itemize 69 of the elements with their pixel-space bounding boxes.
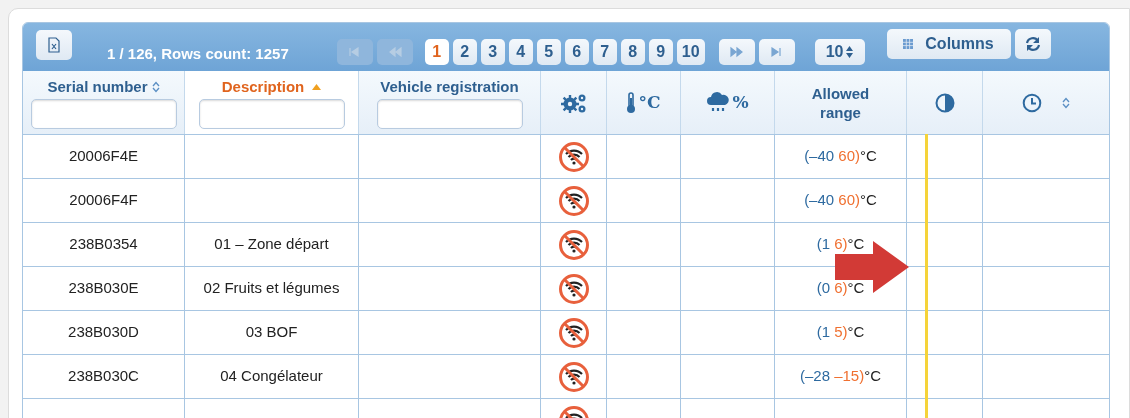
column-header[interactable]: Description — [185, 71, 359, 134]
unit-label: °C — [638, 90, 661, 114]
columns-button[interactable]: Columns — [886, 29, 1011, 59]
allowed-range-cell-text: (1 5)°C — [816, 322, 865, 343]
filter-field[interactable] — [376, 99, 523, 129]
page-button[interactable]: 10 — [676, 39, 705, 65]
serial-cell-text: 238B030C — [68, 366, 139, 387]
filter-field[interactable] — [30, 99, 177, 129]
thermometer-icon — [626, 91, 637, 114]
unit-label: % — [732, 90, 749, 114]
last-page-icon — [769, 46, 784, 58]
spinner-icon — [846, 46, 854, 58]
excel-file-icon — [48, 37, 60, 53]
column-header[interactable]: Vehicle registration — [359, 71, 541, 134]
serial-cell-text: 20006F4E — [68, 146, 139, 167]
no-signal-icon — [557, 316, 590, 349]
refresh-icon — [1023, 36, 1042, 52]
next-page-icon — [729, 46, 744, 58]
column-title: Description — [221, 77, 305, 96]
no-signal-icon — [557, 184, 590, 217]
filter-field[interactable] — [198, 99, 345, 129]
next-page-button[interactable] — [718, 39, 755, 65]
allowed-range-cell-text: (0 6)°C — [816, 278, 865, 299]
allowed-range-cell-text: (–28 –15)°C — [799, 366, 882, 387]
rows-summary: 1 / 126, Rows count: 1257 — [107, 44, 289, 64]
no-signal-icon — [557, 228, 590, 261]
sort-icon[interactable] — [1062, 96, 1070, 109]
description-cell-text: 02 Fruits et légumes — [203, 278, 340, 299]
refresh-button[interactable] — [1014, 29, 1051, 59]
contrast-icon — [934, 92, 955, 113]
page-button[interactable]: 9 — [648, 39, 673, 65]
first-page-icon — [347, 46, 362, 58]
prev-page-icon — [387, 46, 402, 58]
page-button[interactable]: 3 — [480, 39, 505, 65]
column-title: Allowed range — [810, 83, 871, 122]
clock-icon — [1022, 92, 1042, 113]
page-button[interactable]: 7 — [592, 39, 617, 65]
page-button[interactable]: 8 — [620, 39, 645, 65]
column-title: Vehicle registration — [380, 77, 519, 96]
allowed-range-cell-text: (–40 60)°C — [804, 190, 877, 211]
rain-cloud-icon — [706, 91, 731, 114]
column-title: Serial number — [47, 77, 148, 96]
serial-cell-text: 238B0354 — [69, 234, 138, 255]
no-signal-icon — [557, 272, 590, 305]
no-signal-icon — [557, 140, 590, 173]
page-button[interactable]: 6 — [564, 39, 589, 65]
column-header[interactable]: °C — [607, 71, 681, 134]
page-button[interactable]: 4 — [508, 39, 533, 65]
sort-icon[interactable] — [151, 80, 160, 93]
serial-cell-text: 238B030E — [68, 278, 139, 299]
serial-cell-text: 20006F4F — [69, 190, 138, 211]
export-excel-button[interactable] — [36, 30, 72, 60]
no-signal-icon — [557, 360, 590, 393]
last-page-button[interactable] — [758, 39, 795, 65]
page-size-select[interactable]: 10 — [814, 39, 865, 65]
page-button[interactable]: 5 — [536, 39, 561, 65]
page-button[interactable]: 2 — [452, 39, 477, 65]
column-header[interactable]: % — [681, 71, 775, 134]
column-header[interactable]: Allowed range — [775, 71, 907, 134]
description-cell-text: 04 Congélateur — [220, 366, 323, 387]
serial-cell-text: 238B030D — [68, 322, 139, 343]
allowed-range-cell-text: (1 6)°C — [816, 234, 865, 255]
description-cell-text: 03 BOF — [245, 322, 298, 343]
grid-icon — [903, 39, 914, 49]
allowed-range-cell-text: (–40 60)°C — [804, 146, 877, 167]
description-cell-text: 01 – Zone départ — [214, 234, 329, 255]
page-button[interactable]: 1 — [424, 39, 449, 65]
column-header[interactable]: Serial number — [23, 71, 185, 134]
sort-ascending-icon[interactable] — [312, 83, 322, 90]
